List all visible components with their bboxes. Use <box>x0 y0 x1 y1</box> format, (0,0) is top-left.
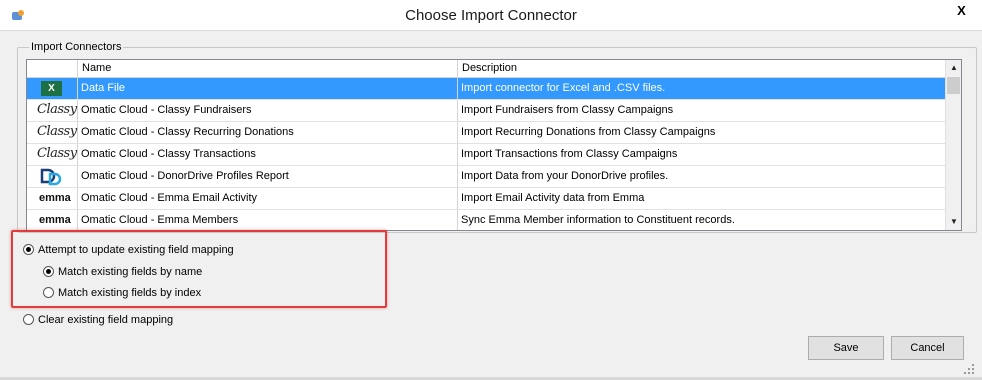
icon-cell: Classy <box>27 144 78 165</box>
excel-icon: X <box>41 81 62 96</box>
cancel-button[interactable]: Cancel <box>891 336 964 360</box>
group-label: Import Connectors <box>29 41 124 53</box>
connector-description: Import Data from your DonorDrive profile… <box>461 170 669 182</box>
table-row[interactable]: Classy Omatic Cloud - Classy Fundraisers I… <box>27 100 945 122</box>
connector-description: Import connector for Excel and .CSV file… <box>461 82 666 94</box>
table-row[interactable]: emma Omatic Cloud - Emma Email Activity Im… <box>27 188 945 210</box>
scroll-thumb[interactable] <box>947 77 960 94</box>
connector-description: Import Fundraisers from Classy Campaigns <box>461 104 674 116</box>
title-bar: Choose Import Connector X <box>0 0 982 31</box>
icon-cell <box>27 166 78 187</box>
table-row[interactable]: emma Omatic Cloud - Emma Members Sync Emma… <box>27 210 945 230</box>
radio-match-by-name-button[interactable] <box>43 266 54 277</box>
table-row[interactable]: X Data File Import connector for Excel and… <box>27 78 945 100</box>
save-button[interactable]: Save <box>808 336 884 360</box>
classy-logo-icon: Classy <box>37 146 77 161</box>
table-row[interactable]: Classy Omatic Cloud - Classy Transactions… <box>27 144 945 166</box>
column-header-description[interactable]: Description <box>458 60 945 77</box>
radio-match-by-index-label[interactable]: Match existing fields by index <box>58 285 201 301</box>
emma-logo-icon: emma <box>39 192 71 204</box>
donordrive-logo-icon <box>40 168 62 186</box>
vertical-scrollbar[interactable]: ▲ ▼ <box>945 60 961 230</box>
grid-header: Name Description <box>27 60 945 78</box>
radio-match-by-name-label[interactable]: Match existing fields by name <box>58 264 202 280</box>
icon-cell: emma <box>27 188 78 209</box>
radio-clear-mapping-label[interactable]: Clear existing field mapping <box>38 312 173 328</box>
connector-description: Import Recurring Donations from Classy C… <box>461 126 716 138</box>
window-title: Choose Import Connector <box>405 7 577 24</box>
scroll-up-icon[interactable]: ▲ <box>946 60 961 76</box>
table-row[interactable]: Classy Omatic Cloud - Classy Recurring Do… <box>27 122 945 144</box>
radio-attempt-update-button[interactable] <box>23 244 34 255</box>
column-header-name[interactable]: Name <box>78 60 458 77</box>
icon-cell: emma <box>27 210 78 230</box>
emma-logo-icon: emma <box>39 214 71 226</box>
connector-description: Import Transactions from Classy Campaign… <box>461 148 678 160</box>
icon-cell: X <box>27 78 78 99</box>
connector-name: Omatic Cloud - Classy Recurring Donation… <box>78 122 458 143</box>
connector-name: Omatic Cloud - Emma Members <box>78 210 458 230</box>
classy-logo-icon: Classy <box>37 102 77 117</box>
close-button[interactable]: X <box>941 0 982 22</box>
connector-name: Omatic Cloud - Classy Transactions <box>78 144 458 165</box>
radio-match-by-index-button[interactable] <box>43 287 54 298</box>
column-header-icon[interactable] <box>27 60 78 77</box>
table-row[interactable]: Omatic Cloud - DonorDrive Profiles Repor… <box>27 166 945 188</box>
connectors-grid[interactable]: Name Description X Data File Import connec… <box>26 59 962 231</box>
icon-cell: Classy <box>27 100 78 121</box>
connector-name: Omatic Cloud - Emma Email Activity <box>78 188 458 209</box>
connector-name: Data File <box>78 78 458 99</box>
resize-grip-icon[interactable] <box>962 362 976 376</box>
radio-attempt-update-label[interactable]: Attempt to update existing field mapping <box>38 242 234 258</box>
connector-name: Omatic Cloud - DonorDrive Profiles Repor… <box>78 166 458 187</box>
icon-cell: Classy <box>27 122 78 143</box>
connector-description: Sync Emma Member information to Constitu… <box>461 214 735 226</box>
classy-logo-icon: Classy <box>37 124 77 139</box>
scroll-down-icon[interactable]: ▼ <box>946 214 961 230</box>
connector-name: Omatic Cloud - Classy Fundraisers <box>78 100 458 121</box>
radio-clear-mapping-button[interactable] <box>23 314 34 325</box>
connector-description: Import Email Activity data from Emma <box>461 192 645 204</box>
